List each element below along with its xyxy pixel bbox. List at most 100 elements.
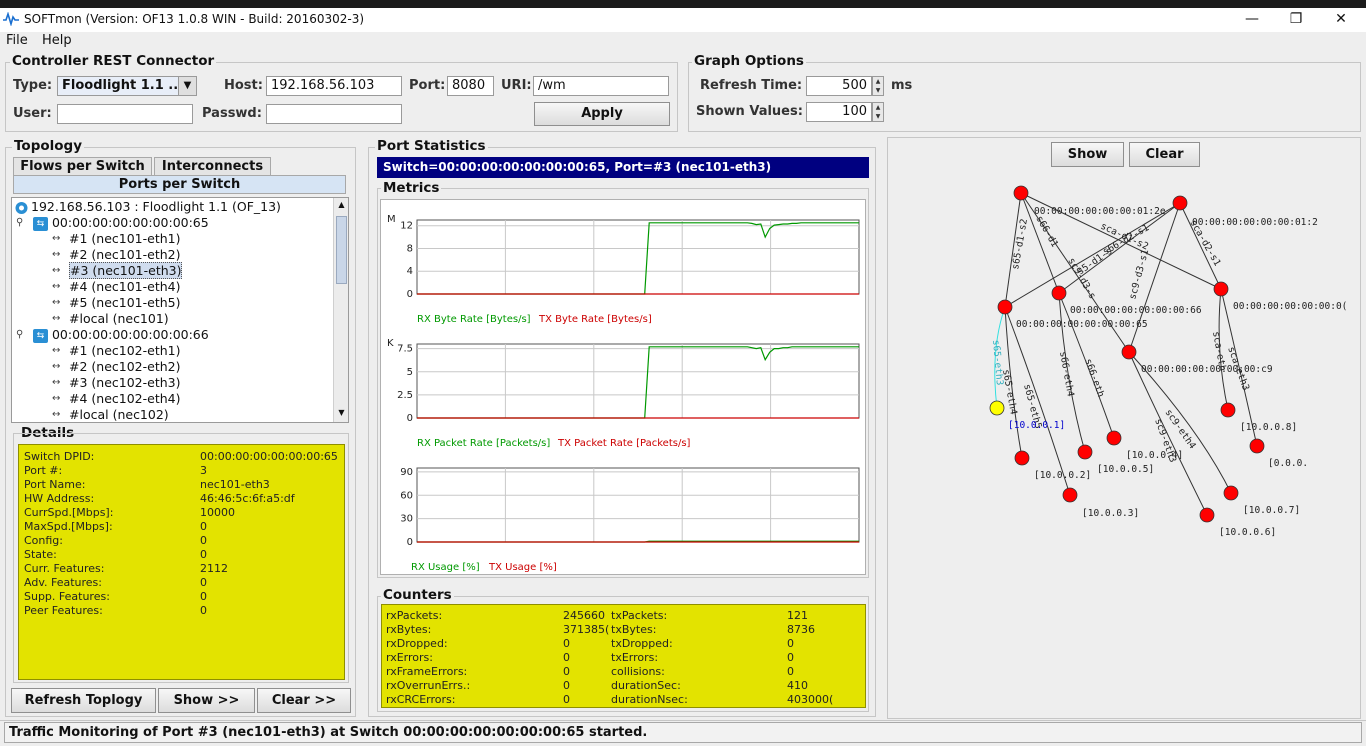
- switch-node[interactable]: [1013, 185, 1029, 201]
- app-icon: [3, 12, 19, 26]
- host-node[interactable]: [1223, 485, 1239, 501]
- user-input[interactable]: [57, 104, 193, 124]
- host-input[interactable]: 192.168.56.103: [266, 76, 402, 96]
- show-button[interactable]: Show >>: [158, 688, 255, 713]
- refresh-time-spinner[interactable]: ▲ ▼: [872, 76, 884, 96]
- tree-row-switch[interactable]: ⚲ ⇆ 00:00:00:00:00:00:00:65: [16, 215, 209, 231]
- passwd-input[interactable]: [266, 104, 402, 124]
- tree-row-port-selected[interactable]: ↔ #3 (nec101-eth3): [52, 262, 183, 279]
- close-button[interactable]: ✕: [1321, 10, 1361, 30]
- tree-row-port[interactable]: ↔ #5 (nec101-eth5): [52, 295, 180, 311]
- plot-frame: [416, 467, 860, 543]
- node-label: [10.0.0.4]: [1126, 450, 1183, 461]
- host-node[interactable]: [1077, 444, 1093, 460]
- shown-values-spinner[interactable]: ▲ ▼: [872, 102, 884, 122]
- menu-help[interactable]: Help: [42, 33, 72, 48]
- switch-node[interactable]: [1213, 281, 1229, 297]
- counters-title: Counters: [381, 587, 454, 603]
- maximize-button[interactable]: ❐: [1276, 10, 1316, 30]
- clear-button[interactable]: Clear >>: [257, 688, 351, 713]
- port-input[interactable]: 8080: [447, 76, 494, 96]
- host-node[interactable]: [1014, 450, 1030, 466]
- y-tick-label: 30: [400, 514, 413, 525]
- tab-ports-per-switch[interactable]: Ports per Switch: [13, 175, 346, 194]
- host-node[interactable]: [1106, 430, 1122, 446]
- metrics-title: Metrics: [381, 180, 442, 196]
- counter-value: 371385(: [563, 623, 610, 636]
- host-node[interactable]: [1220, 402, 1236, 418]
- node-label: [10.0.0.7]: [1243, 505, 1300, 516]
- node-label: 00:00:00:00:00:00:01:2e: [1034, 206, 1166, 217]
- graph-clear-button[interactable]: Clear: [1129, 142, 1200, 167]
- detail-value: 2112: [200, 562, 228, 575]
- edge-label: s66-eth: [1082, 357, 1106, 398]
- y-tick-label: 2.5: [397, 390, 413, 401]
- refresh-topology-button[interactable]: Refresh Toplogy: [11, 688, 156, 713]
- port-stats-title: Port Statistics: [375, 138, 488, 154]
- counter-value: 0: [563, 651, 570, 664]
- counter-key: txDropped:: [611, 637, 673, 650]
- tree-row-port[interactable]: ↔ #local (nec101): [52, 311, 169, 327]
- host-node-selected[interactable]: [989, 400, 1005, 416]
- switch-node[interactable]: [1172, 195, 1188, 211]
- switch-node[interactable]: [1051, 285, 1067, 301]
- taskbar-strip: [0, 0, 1366, 8]
- switch-node[interactable]: [1121, 344, 1137, 360]
- counter-key: rxDropped:: [386, 637, 448, 650]
- switch-icon: ⇆: [33, 328, 48, 343]
- host-node[interactable]: [1249, 438, 1265, 454]
- y-tick-label: 60: [400, 490, 413, 501]
- counter-key: rxErrors:: [386, 651, 433, 664]
- shown-values-input[interactable]: 100: [806, 102, 872, 122]
- chevron-down-icon[interactable]: ▼: [178, 77, 196, 95]
- menu-file[interactable]: File: [6, 33, 28, 48]
- host-node[interactable]: [1199, 507, 1215, 523]
- legend-rx-packet: RX Packet Rate [Packets/s]: [417, 438, 551, 449]
- refresh-time-label: Refresh Time:: [700, 78, 803, 93]
- host-node[interactable]: [1062, 487, 1078, 503]
- tree-scrollbar[interactable]: ▲ ▼: [333, 198, 348, 422]
- tree-row-port[interactable]: ↔ #1 (nec102-eth1): [52, 343, 180, 359]
- apply-button[interactable]: Apply: [534, 102, 670, 126]
- counter-value: 410: [787, 679, 808, 692]
- detail-key: Peer Features:: [24, 604, 103, 617]
- switch-node[interactable]: [997, 299, 1013, 315]
- tree-row-port[interactable]: ↔ #1 (nec101-eth1): [52, 231, 180, 247]
- scroll-up-icon[interactable]: ▲: [336, 200, 347, 209]
- type-select[interactable]: Floodlight 1.1 ...: [57, 76, 197, 96]
- scroll-down-icon[interactable]: ▼: [336, 408, 347, 417]
- tree-row-switch[interactable]: ⚲ ⇆ 00:00:00:00:00:00:00:66: [16, 327, 209, 343]
- tree-row-controller[interactable]: 192.168.56.103 : Floodlight 1.1 (OF_13): [14, 199, 281, 215]
- counter-value: 0: [787, 637, 794, 650]
- detail-value: 0: [200, 548, 207, 561]
- detail-value: 46:46:5c:6f:a5:df: [200, 492, 295, 505]
- tree-row-port[interactable]: ↔ #4 (nec102-eth4): [52, 391, 180, 407]
- detail-key: Adv. Features:: [24, 576, 102, 589]
- details-panel: Switch DPID: 00:00:00:00:00:00:00:65 Por…: [18, 444, 345, 680]
- node-label: [10.0.0.5]: [1097, 464, 1154, 475]
- expand-icon[interactable]: ⚲: [16, 217, 33, 231]
- counters-panel: rxPackets: 245660 rxBytes: 371385( rxDro…: [381, 604, 866, 708]
- tree-row-port[interactable]: ↔ #2 (nec101-eth2): [52, 247, 180, 263]
- expand-icon[interactable]: ⚲: [16, 329, 33, 343]
- edge-label: sc9-d3-s1: [1127, 248, 1151, 301]
- uri-input[interactable]: /wm: [533, 76, 669, 96]
- menu-bar: [0, 32, 1366, 52]
- y-tick-label: 4: [407, 266, 413, 277]
- port-icon: ↔: [52, 280, 61, 292]
- legend-tx-packet: TX Packet Rate [Packets/s]: [558, 438, 691, 449]
- graph-show-button[interactable]: Show: [1051, 142, 1124, 167]
- graph-options-group: [688, 62, 1361, 132]
- tab-flows-per-switch[interactable]: Flows per Switch: [13, 157, 152, 176]
- tree-row-port[interactable]: ↔ #2 (nec102-eth2): [52, 359, 180, 375]
- tab-interconnects[interactable]: Interconnects: [154, 157, 271, 176]
- legend-tx-byte: TX Byte Rate [Bytes/s]: [539, 314, 652, 325]
- tree-row-port[interactable]: ↔ #local (nec102): [52, 407, 169, 422]
- minimize-button[interactable]: —: [1232, 10, 1272, 30]
- tree-row-port[interactable]: ↔ #4 (nec101-eth4): [52, 279, 180, 295]
- scroll-thumb[interactable]: [336, 216, 347, 284]
- port-icon: ↔: [52, 392, 61, 404]
- refresh-time-input[interactable]: 500: [806, 76, 872, 96]
- type-label: Type:: [13, 78, 53, 93]
- tree-row-port[interactable]: ↔ #3 (nec102-eth3): [52, 375, 180, 391]
